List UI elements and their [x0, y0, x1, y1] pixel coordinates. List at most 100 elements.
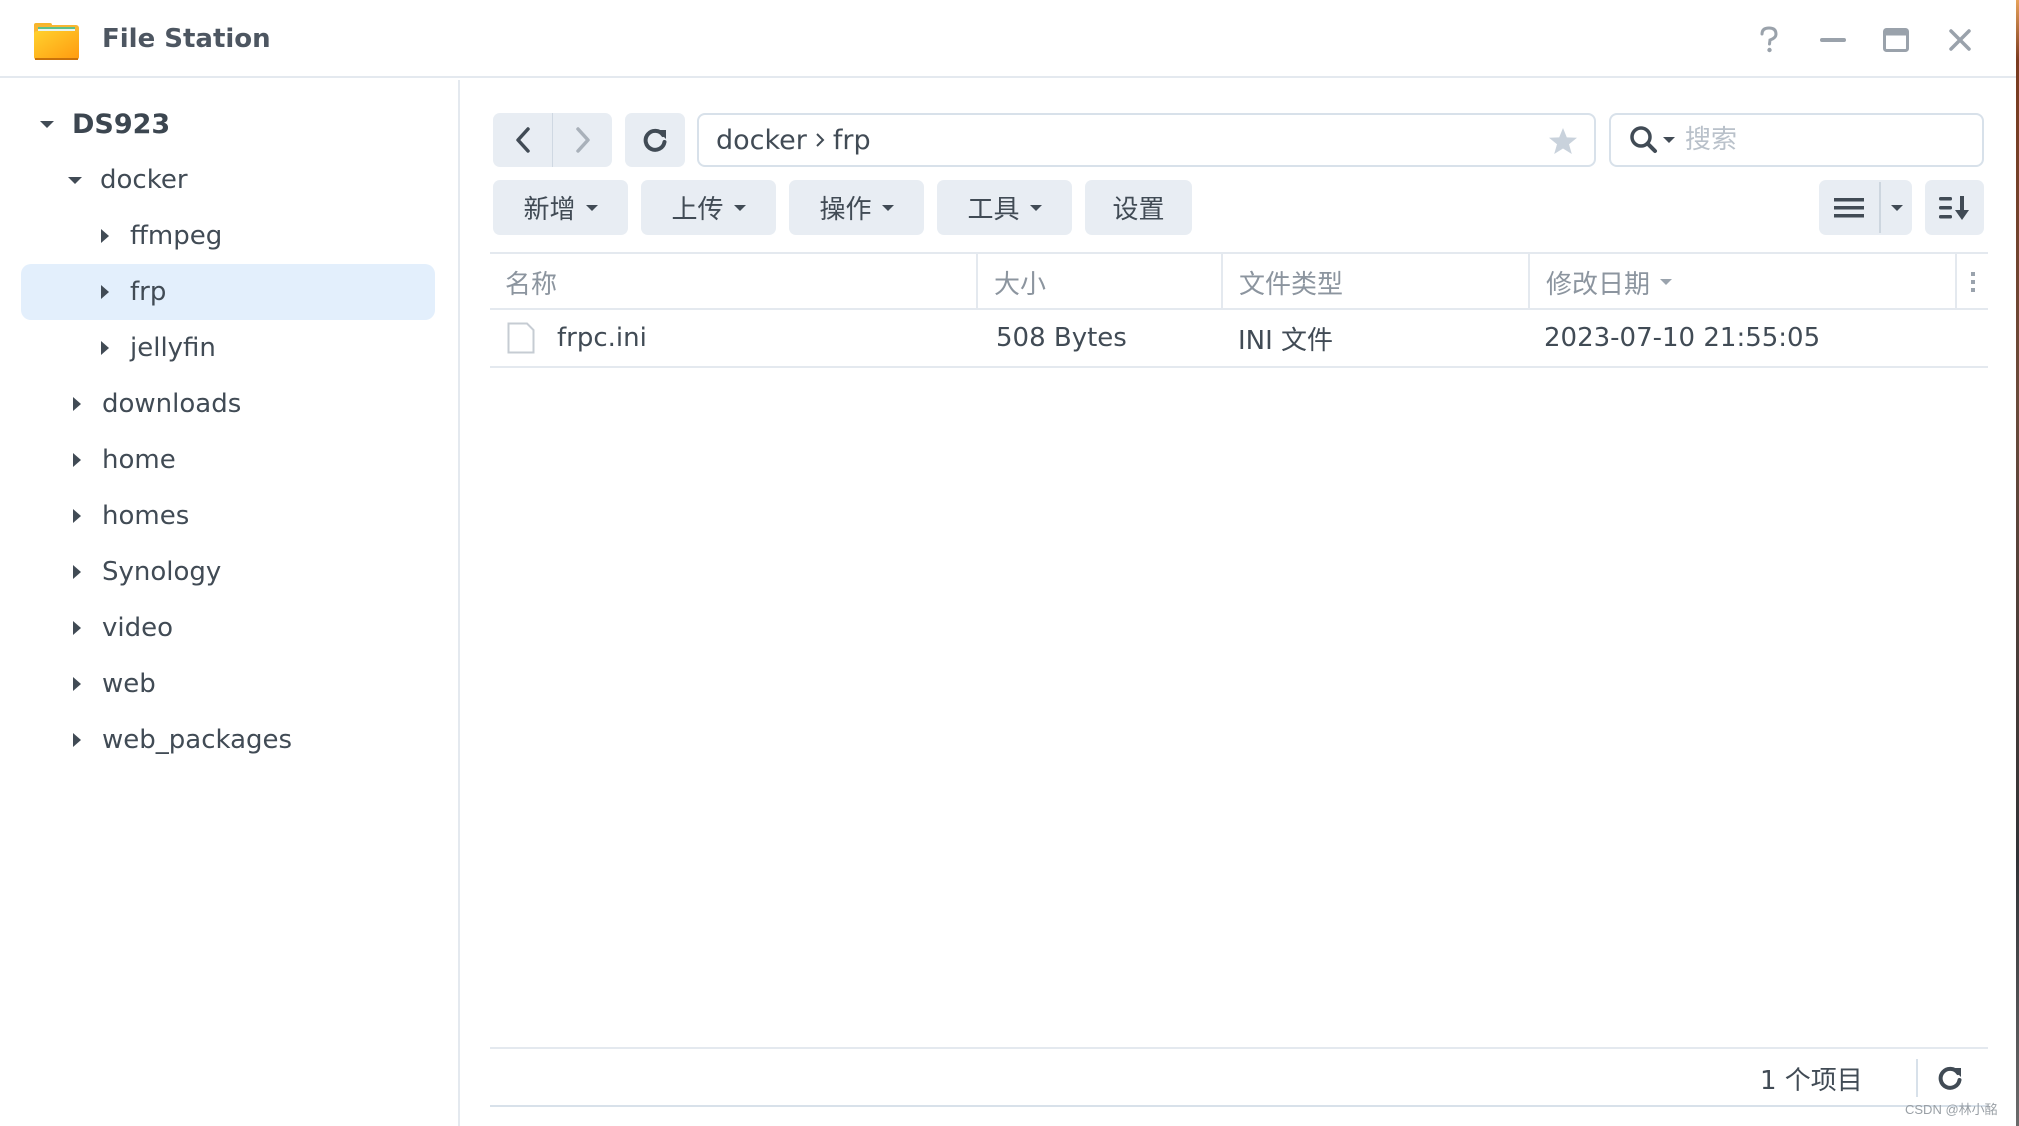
- settings-button[interactable]: 设置: [1085, 180, 1192, 235]
- file-type: INI 文件: [1238, 325, 1334, 356]
- close-icon: [1949, 29, 1971, 51]
- app-title: File Station: [102, 24, 271, 54]
- search-input[interactable]: [1685, 125, 1945, 155]
- tree-item-jellyfin[interactable]: jellyfin: [98, 320, 438, 376]
- column-header-modified[interactable]: 修改日期: [1530, 254, 1957, 310]
- file-name-cell: frpc.ini: [507, 310, 977, 366]
- maximize-button[interactable]: [1876, 20, 1916, 60]
- folder-tree: DS923 docker ffmpeg frp jellyfin downloa…: [0, 80, 460, 1126]
- list-view-button[interactable]: [1819, 180, 1879, 235]
- file-size-cell: 508 Bytes: [996, 310, 1226, 366]
- sort-descending-icon: [1660, 279, 1673, 285]
- table-row[interactable]: frpc.ini 508 Bytes INI 文件 2023-07-10 21:…: [490, 310, 1988, 368]
- help-button[interactable]: [1749, 20, 1789, 60]
- tree-item-docker[interactable]: docker: [68, 152, 438, 208]
- tree-item-label: jellyfin: [130, 333, 216, 363]
- refresh-icon: [643, 128, 667, 152]
- caret-right-icon[interactable]: [70, 453, 84, 467]
- help-icon: [1760, 26, 1778, 53]
- minimize-button[interactable]: [1813, 20, 1853, 60]
- title-bar: File Station: [0, 0, 2016, 78]
- tree-item-homes[interactable]: homes: [70, 488, 440, 544]
- sort-icon: [1938, 195, 1969, 220]
- caret-right-icon[interactable]: [70, 565, 84, 579]
- tree-item-video[interactable]: video: [70, 600, 440, 656]
- item-count: 1 个项目: [1760, 1065, 1863, 1096]
- refresh-button[interactable]: [625, 113, 685, 167]
- column-header-size[interactable]: 大小: [978, 254, 1223, 310]
- create-button[interactable]: 新增: [493, 180, 628, 235]
- caret-right-icon[interactable]: [70, 621, 84, 635]
- action-button-label: 操作: [819, 195, 872, 225]
- tree-item-ffmpeg[interactable]: ffmpeg: [98, 208, 438, 264]
- file-modified: 2023-07-10 21:55:05: [1544, 323, 1821, 353]
- caret-down-icon[interactable]: [40, 117, 54, 131]
- caret-right-icon[interactable]: [98, 229, 112, 243]
- divider: [490, 1105, 1988, 1107]
- caret-right-icon[interactable]: [98, 341, 112, 355]
- upload-button[interactable]: 上传: [641, 180, 776, 235]
- tree-root-ds923[interactable]: DS923: [40, 96, 440, 152]
- search-box[interactable]: [1609, 113, 1984, 167]
- caret-down-icon: [585, 204, 598, 211]
- refresh-icon: [1938, 1066, 1962, 1090]
- caret-down-icon[interactable]: [1663, 136, 1675, 144]
- column-header-type[interactable]: 文件类型: [1223, 254, 1530, 310]
- caret-right-icon[interactable]: [98, 285, 112, 299]
- caret-right-icon[interactable]: [70, 397, 84, 411]
- column-menu-button[interactable]: [1957, 254, 1988, 310]
- caret-down-icon: [881, 204, 894, 211]
- tree-item-label: ffmpeg: [130, 221, 223, 251]
- file-icon: [507, 322, 535, 354]
- file-modified-cell: 2023-07-10 21:55:05: [1544, 310, 1964, 366]
- caret-right-icon[interactable]: [70, 733, 84, 747]
- tree-item-synology[interactable]: Synology: [70, 544, 440, 600]
- tree-item-web[interactable]: web: [70, 656, 440, 712]
- forward-button[interactable]: [553, 113, 612, 167]
- watermark: CSDN @林小酩: [1905, 1102, 1998, 1117]
- caret-right-icon[interactable]: [70, 677, 84, 691]
- action-button[interactable]: 操作: [789, 180, 924, 235]
- file-type-cell: INI 文件: [1238, 310, 1538, 366]
- column-label: 文件类型: [1239, 269, 1344, 300]
- create-button-label: 新增: [523, 195, 576, 225]
- tree-item-label: DS923: [72, 108, 171, 140]
- table-header: 名称 大小 文件类型 修改日期: [490, 252, 1988, 310]
- column-label: 名称: [505, 269, 558, 300]
- breadcrumb-frp[interactable]: frp: [833, 125, 871, 156]
- breadcrumb-docker[interactable]: docker: [716, 125, 807, 156]
- maximize-icon: [1883, 28, 1909, 52]
- tree-item-label: docker: [100, 165, 188, 195]
- column-label: 大小: [994, 269, 1047, 300]
- tree-item-label: downloads: [102, 389, 242, 419]
- file-list: 名称 大小 文件类型 修改日期 frpc.ini 508 Bytes INI 文…: [490, 252, 1988, 368]
- search-icon[interactable]: [1629, 125, 1659, 155]
- sort-button[interactable]: [1925, 180, 1984, 235]
- caret-down-icon: [1890, 204, 1903, 211]
- tree-item-label: web_packages: [102, 725, 293, 755]
- path-bar[interactable]: docker frp: [697, 113, 1596, 167]
- star-icon[interactable]: [1548, 127, 1578, 155]
- caret-down-icon: [733, 204, 746, 211]
- caret-down-icon[interactable]: [68, 173, 82, 187]
- tools-button-label: 工具: [967, 195, 1020, 225]
- back-button[interactable]: [493, 113, 552, 167]
- caret-right-icon[interactable]: [70, 509, 84, 523]
- file-size: 508 Bytes: [996, 323, 1127, 353]
- history-nav: [493, 113, 612, 167]
- tree-item-frp[interactable]: frp: [21, 264, 435, 320]
- tools-button[interactable]: 工具: [937, 180, 1072, 235]
- upload-button-label: 上传: [671, 195, 724, 225]
- view-mode-dropdown[interactable]: [1881, 180, 1912, 235]
- tree-item-label: Synology: [102, 557, 222, 587]
- tree-item-web-packages[interactable]: web_packages: [70, 712, 440, 768]
- tree-item-downloads[interactable]: downloads: [70, 376, 440, 432]
- column-label: 修改日期: [1546, 269, 1651, 300]
- tree-item-label: homes: [102, 501, 190, 531]
- close-button[interactable]: [1940, 20, 1980, 60]
- more-vertical-icon: [1970, 272, 1975, 292]
- column-header-name[interactable]: 名称: [490, 254, 978, 310]
- tree-item-home[interactable]: home: [70, 432, 440, 488]
- file-name: frpc.ini: [557, 323, 647, 353]
- footer-refresh-button[interactable]: [1932, 1060, 1968, 1096]
